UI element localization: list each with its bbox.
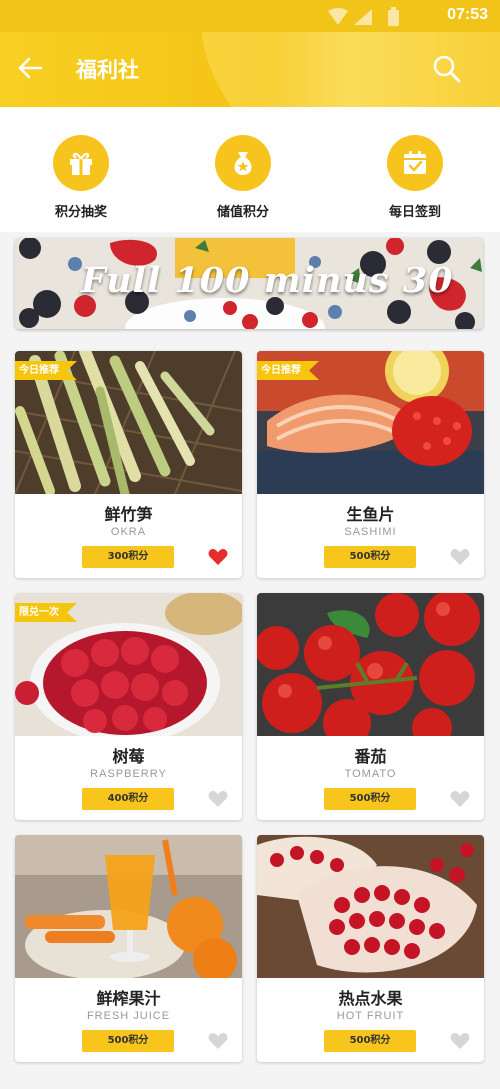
points-button[interactable]: 500积分 bbox=[82, 1030, 174, 1052]
points-button[interactable]: 500积分 bbox=[324, 788, 416, 810]
back-arrow-icon[interactable] bbox=[16, 54, 44, 82]
product-english-name: TOMATO bbox=[344, 768, 397, 780]
main-content: 积分抽奖 储值积分 每日签到 Full 100 minus 30 今日推荐 鲜竹… bbox=[0, 107, 500, 1089]
status-time: 07:53 bbox=[447, 6, 488, 23]
feature-label: 每日签到 bbox=[388, 205, 441, 220]
product-card[interactable]: 鲜榨果汁 FRESH JUICE 500积分 bbox=[15, 835, 242, 1062]
promo-banner[interactable]: Full 100 minus 30 bbox=[15, 238, 483, 329]
system-icons bbox=[328, 7, 399, 26]
product-card[interactable]: 限兑一次 树莓 RASPBERRY 400积分 bbox=[15, 593, 242, 820]
gift-icon bbox=[53, 135, 109, 191]
page-title: 福利社 bbox=[76, 58, 139, 82]
product-name: 热点水果 bbox=[338, 989, 403, 1008]
points-button[interactable]: 400积分 bbox=[82, 788, 174, 810]
calendar-check-icon bbox=[387, 135, 443, 191]
product-card[interactable]: 今日推荐 鲜竹笋 OKRA 300积分 bbox=[15, 351, 242, 578]
app-bar: 福利社 bbox=[0, 32, 500, 107]
product-name: 番茄 bbox=[354, 747, 387, 766]
feature-label: 储值积分 bbox=[216, 205, 269, 220]
search-icon[interactable] bbox=[432, 54, 462, 84]
product-english-name: HOT FRUIT bbox=[336, 1010, 405, 1022]
feature-label: 积分抽奖 bbox=[54, 205, 107, 220]
money-bag-icon bbox=[215, 135, 271, 191]
points-button[interactable]: 500积分 bbox=[324, 546, 416, 568]
heart-icon[interactable] bbox=[450, 790, 470, 808]
product-name: 生鱼片 bbox=[346, 505, 395, 524]
product-name: 鲜竹笋 bbox=[104, 505, 153, 524]
product-image bbox=[257, 835, 484, 978]
product-name: 鲜榨果汁 bbox=[96, 989, 161, 1008]
points-button[interactable]: 500积分 bbox=[324, 1030, 416, 1052]
product-card[interactable]: 热点水果 HOT FRUIT 500积分 bbox=[257, 835, 484, 1062]
stored-points-button[interactable]: 储值积分 bbox=[188, 135, 298, 220]
product-image bbox=[257, 593, 484, 736]
heart-icon[interactable] bbox=[208, 790, 228, 808]
heart-icon[interactable] bbox=[450, 548, 470, 566]
product-english-name: OKRA bbox=[110, 526, 147, 538]
heart-icon[interactable] bbox=[208, 548, 228, 566]
product-image bbox=[15, 835, 242, 978]
heart-icon[interactable] bbox=[208, 1032, 228, 1050]
lottery-button[interactable]: 积分抽奖 bbox=[26, 135, 136, 220]
banner-text: Full 100 minus 30 bbox=[81, 260, 454, 301]
daily-checkin-button[interactable]: 每日签到 bbox=[360, 135, 470, 220]
product-english-name: SASHIMI bbox=[344, 526, 397, 538]
feature-row: 积分抽奖 储值积分 每日签到 bbox=[0, 107, 500, 232]
points-button[interactable]: 300积分 bbox=[82, 546, 174, 568]
product-card[interactable]: 今日推荐 生鱼片 SASHIMI 500积分 bbox=[257, 351, 484, 578]
product-english-name: FRESH JUICE bbox=[86, 1010, 171, 1022]
heart-icon[interactable] bbox=[450, 1032, 470, 1050]
product-english-name: RASPBERRY bbox=[90, 768, 167, 780]
product-card[interactable]: 番茄 TOMATO 500积分 bbox=[257, 593, 484, 820]
status-bar: 07:53 bbox=[0, 0, 500, 32]
product-name: 树莓 bbox=[112, 747, 145, 766]
